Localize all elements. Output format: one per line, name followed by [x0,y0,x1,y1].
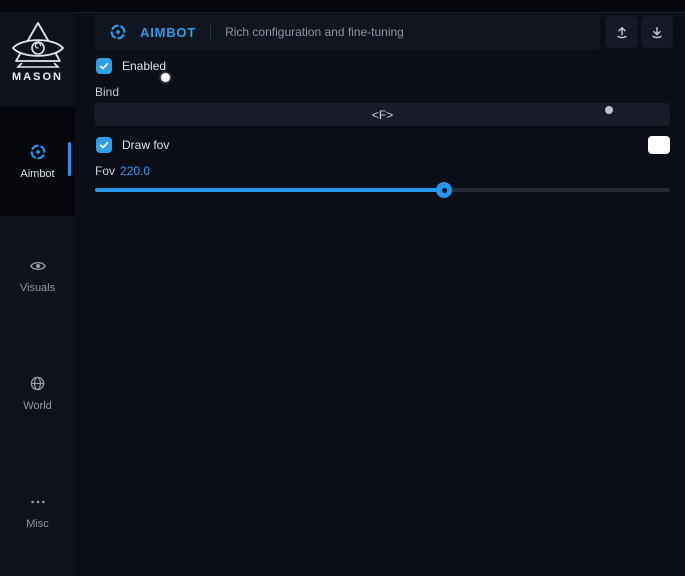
cursor-trail-dot [605,106,613,114]
window-top-strip [0,0,685,13]
download-config-button[interactable] [641,16,673,48]
logo: MASON [0,20,75,83]
check-icon [98,139,110,151]
fov-value: 220.0 [120,164,150,178]
download-icon [649,24,665,40]
section-header: AIMBOT Rich configuration and fine-tunin… [95,14,600,50]
header-divider [210,23,211,41]
sidebar-item-label: Misc [26,518,49,530]
fov-label-row: Fov 220.0 [95,164,150,178]
section-subtitle: Rich configuration and fine-tuning [225,25,404,39]
sidebar-item-label: Visuals [20,282,55,294]
sidebar: MASON Aimbot Visuals [0,12,75,576]
mason-pyramid-eye-icon [9,20,67,68]
mason-cheat-menu: MASON Aimbot Visuals [0,0,685,576]
active-accent-bar [68,142,71,176]
logo-text: MASON [0,71,75,83]
sidebar-item-label: World [23,400,52,412]
fov-slider-fill [95,188,444,192]
enabled-label: Enabled [122,59,166,73]
globe-icon [29,375,47,393]
crosshair-icon [109,23,127,41]
cursor-dot [161,73,170,82]
sidebar-item-misc[interactable]: Misc [0,476,75,546]
sidebar-item-aimbot[interactable]: Aimbot [0,106,75,216]
crosshair-icon [29,143,47,161]
ellipsis-icon [29,493,47,511]
bind-value: <F> [372,108,393,122]
sidebar-item-visuals[interactable]: Visuals [0,240,75,310]
fov-slider-handle[interactable] [436,182,452,198]
bind-label: Bind [95,85,119,99]
upload-icon [614,24,630,40]
fov-slider[interactable] [95,188,670,192]
draw-fov-checkbox-row[interactable]: Draw fov [96,137,169,153]
fov-label: Fov [95,164,115,178]
draw-fov-label: Draw fov [122,138,169,152]
fov-color-swatch[interactable] [648,136,670,154]
enabled-checkbox-row[interactable]: Enabled [96,58,166,74]
draw-fov-checkbox[interactable] [96,137,112,153]
check-icon [98,60,110,72]
section-title: AIMBOT [140,25,196,40]
sidebar-item-world[interactable]: World [0,358,75,428]
bind-input[interactable]: <F> [95,103,670,126]
enabled-checkbox[interactable] [96,58,112,74]
upload-config-button[interactable] [606,16,638,48]
eye-icon [29,257,47,275]
sidebar-item-label: Aimbot [20,168,54,180]
